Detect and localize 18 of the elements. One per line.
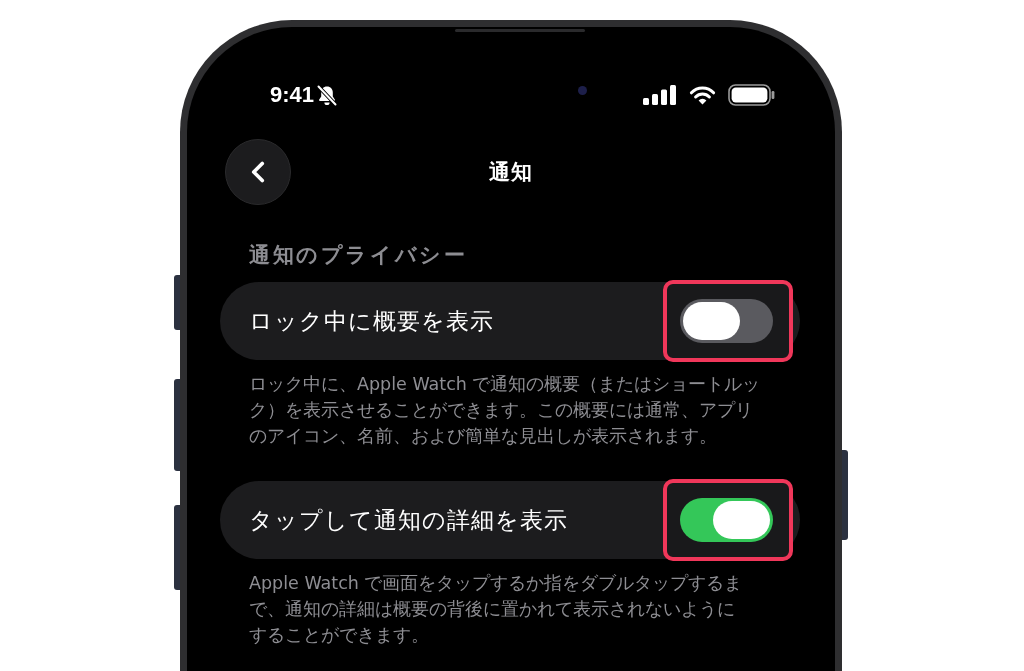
side-button[interactable] <box>174 379 180 471</box>
screen-title: 通知 <box>489 159 533 186</box>
bell-slash-icon <box>317 84 338 106</box>
section-header: 通知のプライバシー <box>249 243 468 266</box>
toggle-switch[interactable] <box>680 498 773 542</box>
setting-label: ロック中に概要を表示 <box>249 306 494 336</box>
battery-icon <box>728 84 775 106</box>
side-button[interactable] <box>842 450 848 540</box>
status-time: 9:41 <box>270 84 315 106</box>
side-button[interactable] <box>174 505 180 590</box>
front-camera <box>578 86 587 95</box>
signal-icon <box>643 85 677 105</box>
toggle-switch[interactable] <box>680 299 773 343</box>
setting-description: Apple Watch で画面をタップするか指をダブルタップするまで、通知の詳細は概要の背後に置かれて表示されないようにすることができます。 <box>249 572 744 647</box>
side-button[interactable] <box>174 275 180 330</box>
setting-description: ロック中に、Apple Watch で通知の概要（またはショートルック）を表示させることができます。この概要には通常、アプリのアイコン、名前、および簡単な見出しが表示されます。 <box>249 373 762 448</box>
setting-label: タップして通知の詳細を表示 <box>249 505 568 535</box>
wifi-icon <box>689 85 716 105</box>
